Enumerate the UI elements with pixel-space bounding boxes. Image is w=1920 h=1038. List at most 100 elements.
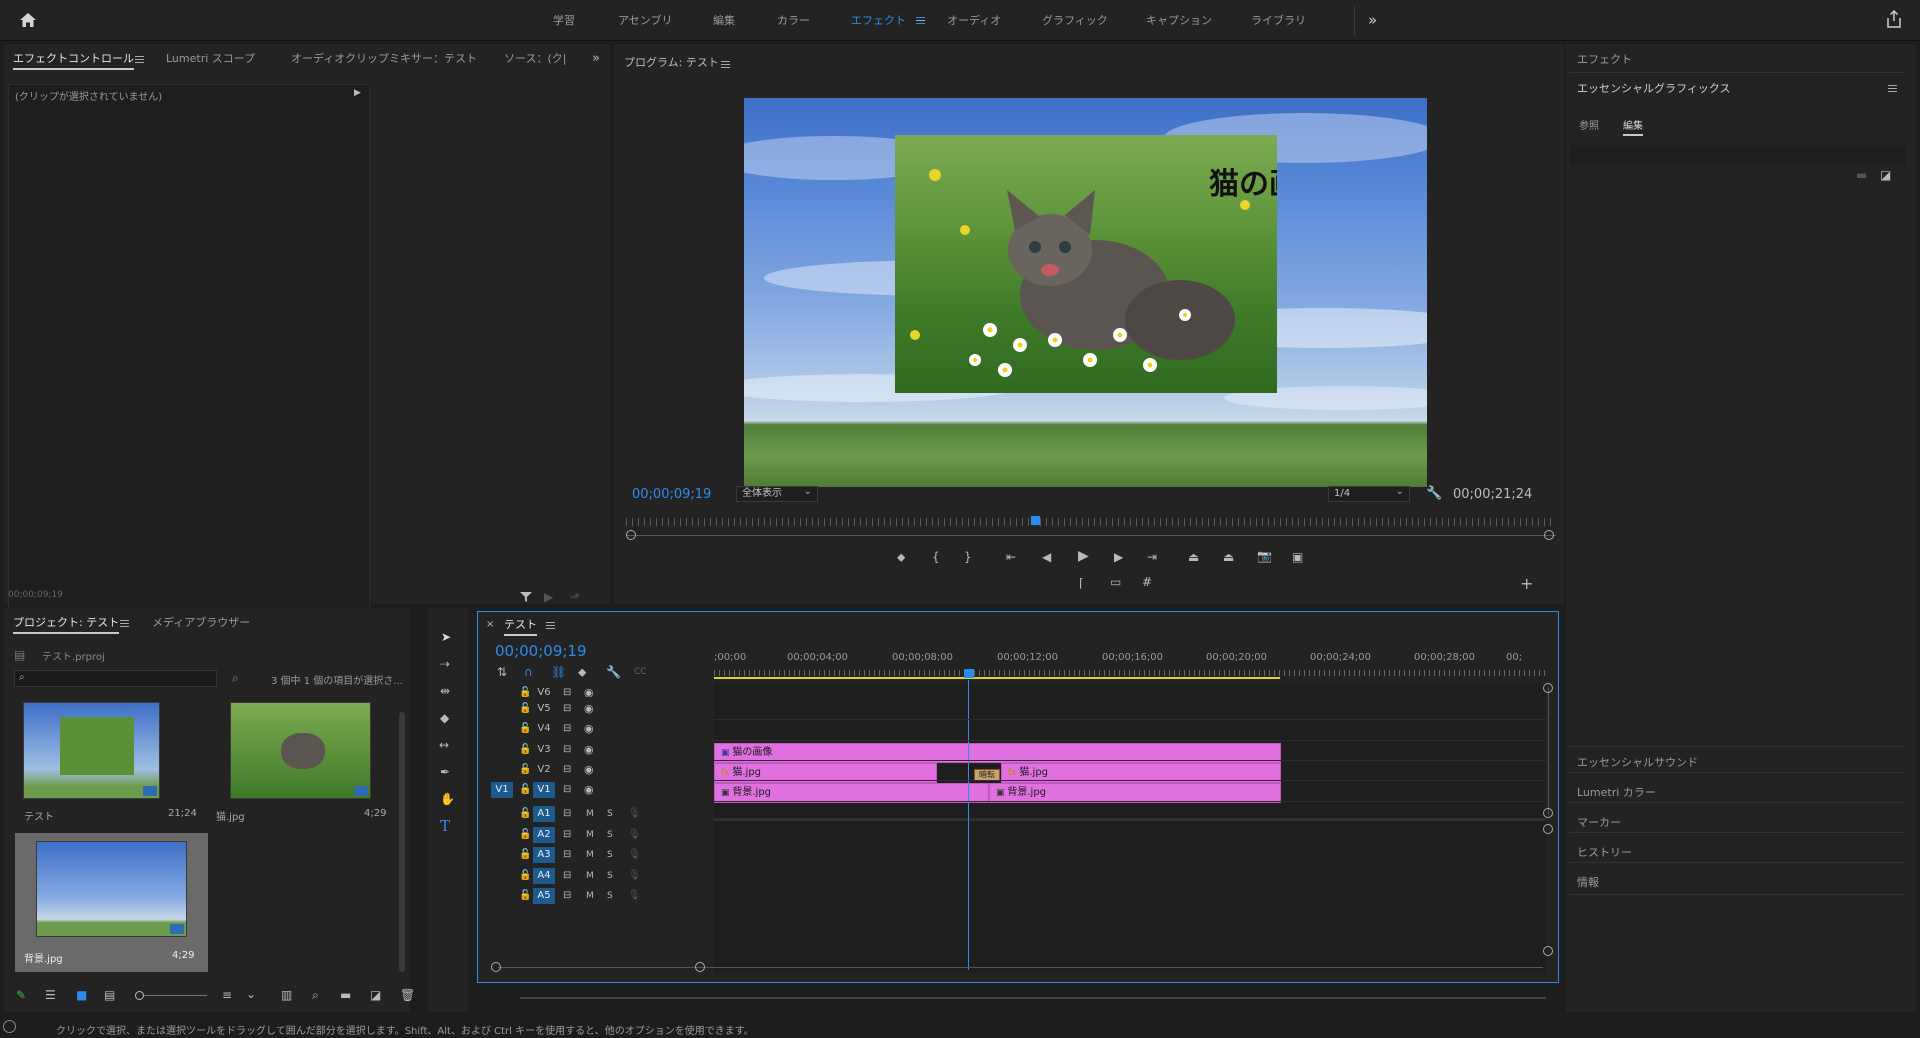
- workspace-menu-icon[interactable]: [916, 17, 925, 24]
- captions-icon[interactable]: CC: [634, 665, 647, 679]
- sync-lock-icon[interactable]: ⊟: [563, 807, 571, 821]
- clip-bg-a[interactable]: ▣ 背景.jpg: [714, 783, 989, 803]
- eye-icon[interactable]: ◉: [584, 743, 594, 757]
- timeline-playhead-head[interactable]: [964, 669, 974, 678]
- microphone-icon[interactable]: 🎙: [628, 828, 641, 842]
- automate-sequence-icon[interactable]: ▥: [281, 988, 292, 1002]
- solo-button[interactable]: S: [607, 869, 613, 883]
- timeline-timecode[interactable]: 00;00;09;19: [495, 642, 587, 660]
- lock-icon[interactable]: 🔓: [519, 783, 531, 797]
- home-icon[interactable]: [19, 12, 37, 28]
- program-current-timecode[interactable]: 00;00;09;19: [632, 487, 711, 502]
- workspace-assembly[interactable]: アセンブリ: [618, 0, 672, 41]
- title-overlay-text[interactable]: 猫の画像: [1209, 159, 1277, 203]
- scroll-handle[interactable]: [1543, 824, 1553, 834]
- expand-arrow-icon[interactable]: ▶: [354, 88, 361, 98]
- new-layer-folder-icon[interactable]: ▬: [1856, 168, 1867, 182]
- list-view-icon[interactable]: ☰: [45, 988, 56, 1002]
- panel-info[interactable]: 情報: [1577, 874, 1599, 890]
- essential-graphics-title[interactable]: エッセンシャルグラフィックス: [1577, 80, 1730, 96]
- extract-icon[interactable]: ⏏: [1223, 550, 1234, 564]
- sync-lock-icon[interactable]: ⊟: [563, 783, 571, 797]
- tab-effect-controls[interactable]: エフェクトコントロール: [13, 46, 134, 72]
- button-editor-icon[interactable]: +: [1520, 576, 1533, 592]
- track-label[interactable]: V6: [533, 685, 555, 697]
- more-workspaces-icon[interactable]: »: [1368, 0, 1377, 41]
- workspace-learn[interactable]: 学習: [553, 0, 575, 41]
- sync-lock-icon[interactable]: ⊟: [563, 686, 571, 697]
- track-label[interactable]: A1: [533, 806, 555, 822]
- track-label[interactable]: V3: [533, 742, 555, 758]
- microphone-icon[interactable]: 🎙: [628, 889, 641, 903]
- project-search-input[interactable]: ⌕: [14, 670, 217, 687]
- icon-view-icon[interactable]: ■: [76, 988, 87, 1002]
- compare-view-icon[interactable]: ▣: [1292, 550, 1303, 564]
- mark-out-icon[interactable]: }: [964, 550, 972, 564]
- effect-controls-menu-icon[interactable]: [135, 56, 144, 63]
- add-marker-icon[interactable]: ⬥: [897, 550, 905, 564]
- slip-tool-icon[interactable]: ↔: [439, 738, 449, 752]
- scroll-handle[interactable]: [1543, 946, 1553, 956]
- project-find-icon[interactable]: ⌕: [312, 988, 319, 1002]
- export-frame-icon[interactable]: 📷: [1257, 549, 1272, 563]
- project-menu-icon[interactable]: [120, 620, 129, 627]
- freeform-view-icon[interactable]: ▤: [104, 988, 115, 1002]
- lift-icon[interactable]: ⏏: [1188, 550, 1199, 564]
- lock-icon[interactable]: 🔓: [519, 869, 531, 883]
- mute-button[interactable]: M: [586, 869, 594, 883]
- panel-markers[interactable]: マーカー: [1577, 814, 1621, 830]
- tab-sequence[interactable]: テスト: [504, 612, 537, 638]
- timeline-ruler[interactable]: ;00;00 00;00;04;00 00;00;08;00 00;00;12;00 0…: [714, 644, 1546, 682]
- eg-tab-edit[interactable]: 編集: [1623, 117, 1643, 136]
- track-select-tool-icon[interactable]: ⇢: [440, 657, 450, 671]
- play-icon[interactable]: ▶: [1078, 549, 1089, 563]
- sort-dropdown-icon[interactable]: ⌄: [246, 987, 256, 1001]
- hscroll-handle-left[interactable]: [491, 962, 501, 972]
- horizontal-scrollbar[interactable]: [498, 967, 1543, 968]
- project-scrollbar[interactable]: [399, 712, 405, 972]
- cat-image[interactable]: 猫の画像: [895, 135, 1277, 393]
- pen-tool-icon[interactable]: ✒: [440, 765, 450, 779]
- microphone-icon[interactable]: 🎙: [628, 869, 641, 883]
- lock-icon[interactable]: 🔓: [519, 828, 531, 842]
- eye-icon[interactable]: ◉: [584, 783, 594, 797]
- new-bin-icon[interactable]: ▬: [340, 988, 351, 1002]
- project-item-sequence[interactable]: [23, 702, 160, 799]
- wrench-icon[interactable]: 🔧: [1426, 487, 1442, 501]
- track-label[interactable]: A3: [533, 847, 555, 863]
- fit-dropdown[interactable]: 全体表示: [736, 485, 818, 502]
- project-item-background[interactable]: [36, 841, 187, 937]
- program-menu-icon[interactable]: [721, 61, 730, 68]
- panel-history[interactable]: ヒストリー: [1577, 844, 1632, 860]
- track-label[interactable]: V5: [533, 701, 555, 717]
- track-label[interactable]: V2: [533, 762, 555, 778]
- solo-button[interactable]: S: [607, 807, 613, 821]
- work-area-bar[interactable]: [714, 677, 1280, 679]
- zoom-slider[interactable]: [137, 995, 207, 996]
- type-tool-icon[interactable]: T: [440, 819, 450, 834]
- selection-tool-icon[interactable]: ➤: [441, 630, 451, 644]
- source-patch[interactable]: V1: [491, 782, 513, 798]
- sort-icon[interactable]: ≡: [222, 988, 232, 1002]
- track-label[interactable]: A4: [533, 868, 555, 884]
- tab-lumetri-scopes[interactable]: Lumetri スコープ: [166, 46, 255, 72]
- mute-button[interactable]: M: [586, 848, 594, 862]
- sync-lock-icon[interactable]: ⊟: [563, 869, 571, 883]
- new-layer-icon[interactable]: ◪: [1880, 168, 1891, 182]
- program-time-ruler[interactable]: [626, 516, 1556, 532]
- sync-lock-icon[interactable]: ⊟: [563, 828, 571, 842]
- project-item-cat[interactable]: [230, 702, 371, 799]
- mark-in-icon[interactable]: {: [932, 550, 940, 564]
- lock-icon[interactable]: 🔓: [519, 848, 531, 862]
- tab-project[interactable]: プロジェクト: テスト: [13, 610, 120, 636]
- clip-bg-b[interactable]: ▣ 背景.jpg: [989, 783, 1281, 803]
- toggle-proxy-icon[interactable]: ▭: [1110, 575, 1121, 589]
- timeline-menu-icon[interactable]: [546, 622, 555, 629]
- sync-lock-icon[interactable]: ⊟: [563, 702, 571, 716]
- close-tab-icon[interactable]: ×: [486, 618, 494, 632]
- eye-icon[interactable]: ◉: [584, 763, 594, 777]
- grid-icon[interactable]: #: [1142, 575, 1152, 589]
- track-label[interactable]: V1: [533, 782, 555, 798]
- filter-icon[interactable]: [519, 591, 533, 603]
- export-icon[interactable]: ⬏: [570, 590, 580, 604]
